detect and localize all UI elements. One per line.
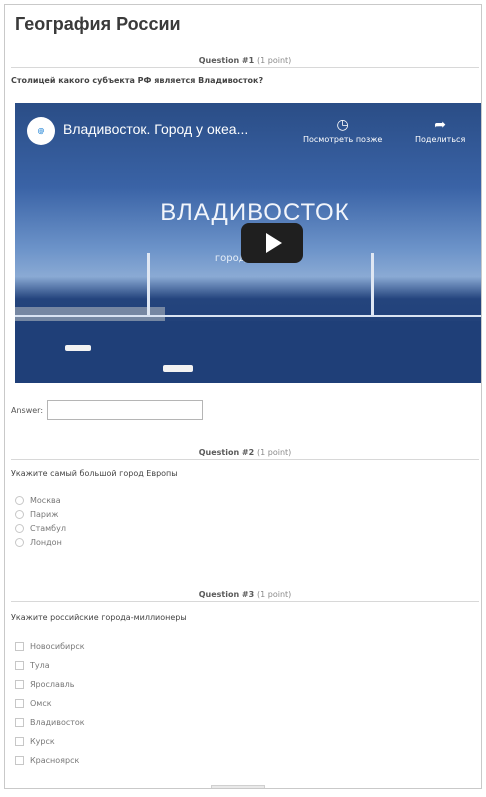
radio-option[interactable]: Париж bbox=[15, 507, 66, 521]
option-label: Стамбул bbox=[30, 523, 66, 533]
bridge-deck bbox=[15, 315, 481, 317]
radio-option[interactable]: Москва bbox=[15, 493, 66, 507]
checkbox-option[interactable]: Омск bbox=[15, 694, 85, 713]
radio-option[interactable]: Стамбул bbox=[15, 521, 66, 535]
radio-button[interactable] bbox=[15, 509, 24, 519]
play-icon bbox=[266, 233, 282, 253]
checkbox-option[interactable]: Новосибирск bbox=[15, 637, 85, 656]
watch-later-button[interactable]: ◷ Посмотреть позже bbox=[303, 117, 382, 144]
answer-input[interactable] bbox=[47, 400, 204, 420]
radio-button[interactable] bbox=[15, 537, 24, 547]
option-label: Тула bbox=[30, 661, 50, 670]
question-2-points: (1 point) bbox=[257, 448, 292, 457]
checkbox-option[interactable]: Ярославль bbox=[15, 675, 85, 694]
question-3-text: Укажите российские города-миллионеры bbox=[11, 613, 187, 622]
checkbox[interactable] bbox=[15, 680, 24, 689]
radio-button[interactable] bbox=[15, 495, 24, 505]
checkbox-option[interactable]: Тула bbox=[15, 656, 85, 675]
option-label: Париж bbox=[30, 509, 59, 519]
option-label: Новосибирск bbox=[30, 642, 85, 651]
question-3-header: Question #3 (1 point) bbox=[11, 590, 479, 602]
boat bbox=[65, 345, 91, 351]
checkbox[interactable] bbox=[15, 756, 24, 765]
video-shore bbox=[15, 307, 165, 321]
question-1-text: Столицей какого субъекта РФ является Вла… bbox=[11, 76, 264, 85]
share-button[interactable]: ➦ Поделиться bbox=[415, 117, 465, 144]
submit-button[interactable] bbox=[211, 785, 265, 788]
video-player[interactable]: @ Владивосток. Город у океа... ◷ Посмотр… bbox=[15, 103, 481, 383]
question-1-header: Question #1 (1 point) bbox=[11, 56, 479, 68]
option-label: Ярославль bbox=[30, 680, 75, 689]
checkbox-option[interactable]: Курск bbox=[15, 732, 85, 751]
video-sea bbox=[15, 321, 481, 383]
share-arrow-icon: ➦ bbox=[434, 117, 446, 133]
question-3-points: (1 point) bbox=[257, 590, 292, 599]
watch-later-label: Посмотреть позже bbox=[303, 135, 383, 144]
question-2-text: Укажите самый большой город Европы bbox=[11, 469, 178, 478]
question-3-label: Question #3 bbox=[198, 590, 255, 599]
checkbox[interactable] bbox=[15, 737, 24, 746]
question-2-label: Question #2 bbox=[198, 448, 255, 457]
checkbox-option[interactable]: Владивосток bbox=[15, 713, 85, 732]
question-2-header: Question #2 (1 point) bbox=[11, 448, 479, 460]
boat bbox=[163, 365, 193, 372]
radio-button[interactable] bbox=[15, 523, 24, 533]
quiz-title: География России bbox=[15, 14, 181, 34]
checkbox-option[interactable]: Красноярск bbox=[15, 751, 85, 770]
video-title[interactable]: Владивосток. Город у океа... bbox=[63, 121, 248, 137]
option-label: Москва bbox=[30, 495, 61, 505]
answer-label: Answer: bbox=[11, 405, 44, 415]
question-1-label: Question #1 bbox=[198, 56, 255, 65]
option-label: Омск bbox=[30, 699, 52, 708]
checkbox[interactable] bbox=[15, 642, 24, 651]
channel-logo-icon[interactable]: @ bbox=[27, 117, 55, 145]
play-button[interactable] bbox=[241, 223, 303, 263]
clock-icon: ◷ bbox=[336, 117, 349, 133]
option-label: Красноярск bbox=[30, 756, 80, 765]
checkbox[interactable] bbox=[15, 718, 24, 727]
radio-option[interactable]: Лондон bbox=[15, 535, 66, 549]
question-1-points: (1 point) bbox=[257, 56, 292, 65]
option-label: Владивосток bbox=[30, 718, 85, 727]
quiz-page: География России Question #1 (1 point) С… bbox=[4, 4, 482, 789]
checkbox[interactable] bbox=[15, 661, 24, 670]
option-label: Лондон bbox=[30, 537, 62, 547]
checkbox[interactable] bbox=[15, 699, 24, 708]
answer-row: Answer: bbox=[11, 400, 204, 420]
option-label: Курск bbox=[30, 737, 55, 746]
share-label: Поделиться bbox=[415, 135, 466, 144]
